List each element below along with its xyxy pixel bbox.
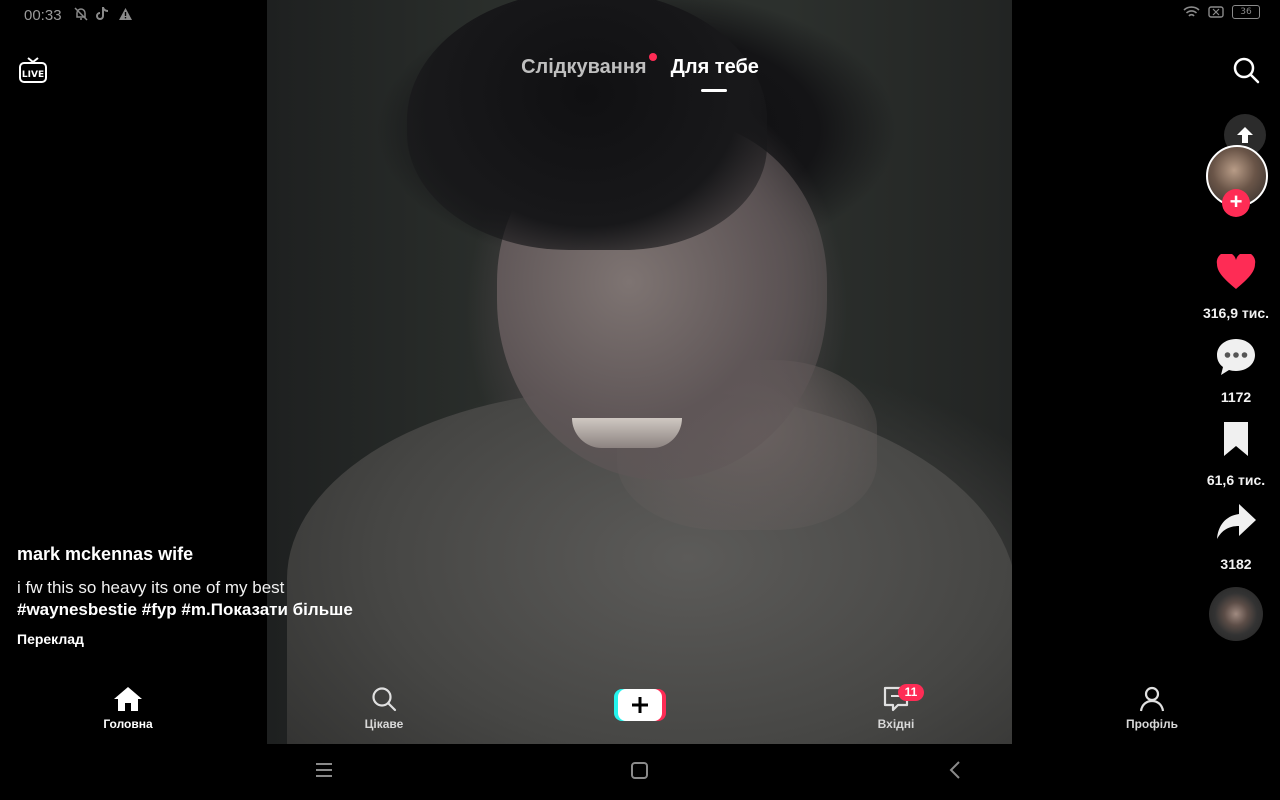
comment-button[interactable] [1215, 337, 1257, 382]
share-arrow-icon [1217, 504, 1256, 539]
system-home-button[interactable] [630, 760, 650, 785]
hashtags[interactable]: #waynesbestie #fyp #m. [17, 600, 211, 619]
status-icons [74, 6, 133, 21]
feed-tabs: Слідкування Для тебе [0, 53, 1280, 79]
system-back-button[interactable] [945, 760, 965, 785]
system-menu-button[interactable] [314, 760, 334, 785]
author-name[interactable]: mark mckennas wife [17, 544, 193, 565]
profile-icon [1139, 686, 1165, 712]
tab-following[interactable]: Слідкування [521, 56, 647, 78]
video-player[interactable] [267, 0, 1012, 744]
back-chevron-icon [949, 761, 960, 779]
follow-button[interactable]: + [1222, 189, 1250, 217]
like-count: 316,9 тис. [1202, 305, 1270, 321]
search-icon [1233, 57, 1260, 84]
warning-icon [119, 7, 132, 20]
following-notification-dot [648, 53, 657, 61]
share-count: 3182 [1220, 556, 1252, 572]
status-right: 36 [1183, 5, 1260, 19]
bookmark-icon [1224, 422, 1248, 456]
nav-inbox[interactable]: Вхідні [846, 686, 946, 731]
create-button[interactable] [614, 688, 666, 721]
video-smile-shape [572, 418, 682, 448]
battery-icon: 36 [1232, 5, 1260, 19]
arrow-up-icon [1237, 127, 1253, 143]
tab-for-you[interactable]: Для тебе [671, 56, 759, 78]
nav-profile[interactable]: Профіль [1102, 686, 1202, 731]
mute-icon [74, 6, 88, 21]
nav-profile-label: Профіль [1125, 717, 1179, 731]
hashtag-line: #waynesbestie #fyp #m.Показати більше [17, 600, 353, 620]
like-button[interactable] [1216, 252, 1256, 295]
menu-lines-icon [316, 763, 332, 777]
inbox-badge: 11 [898, 684, 924, 701]
share-button[interactable] [1215, 502, 1257, 547]
save-button[interactable] [1221, 421, 1251, 462]
nav-inbox-label: Вхідні [877, 717, 915, 731]
nav-discover-label: Цікаве [364, 717, 404, 731]
create-plus-icon [614, 689, 666, 721]
home-icon [114, 687, 142, 711]
nav-home[interactable]: Головна [78, 686, 178, 731]
heart-icon [1216, 252, 1256, 289]
video-description: i fw this so heavy its one of my best [17, 578, 285, 597]
discover-search-icon [372, 687, 397, 712]
nav-home-label: Головна [103, 717, 153, 731]
nav-discover[interactable]: Цікаве [334, 686, 434, 731]
video-hair-shape [407, 0, 767, 250]
comment-icon [1217, 339, 1255, 375]
status-time: 00:33 [24, 7, 62, 24]
translate-link[interactable]: Переклад [17, 631, 84, 647]
search-button[interactable] [1232, 56, 1260, 89]
music-disc-icon[interactable] [1209, 587, 1263, 641]
show-more-link[interactable]: Показати більше [211, 600, 353, 619]
comment-count: 1172 [1220, 389, 1252, 405]
tiktok-icon [96, 6, 109, 20]
square-home-icon [631, 762, 648, 779]
wifi-icon [1183, 5, 1200, 17]
sim-off-icon [1208, 6, 1224, 18]
save-count: 61,6 тис. [1206, 472, 1266, 488]
